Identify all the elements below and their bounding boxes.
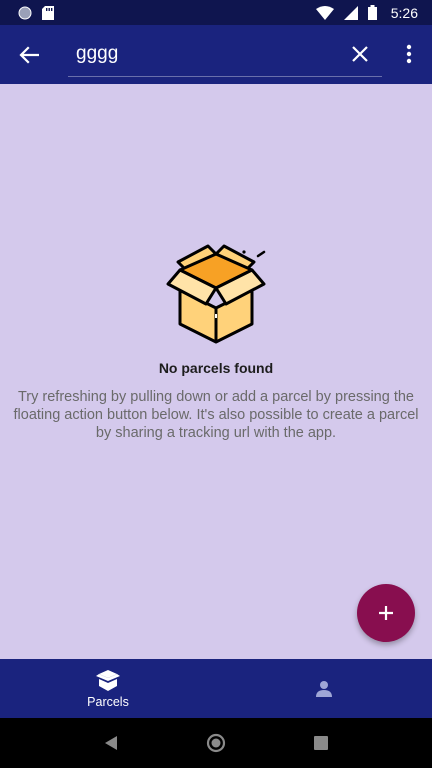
- nav-label-parcels: Parcels: [87, 695, 129, 709]
- status-left: [18, 5, 54, 20]
- app-bar: [0, 25, 432, 84]
- person-icon: [316, 680, 332, 697]
- empty-state: No parcels found Try refreshing by pulli…: [0, 240, 432, 442]
- back-triangle-icon[interactable]: [104, 735, 118, 751]
- more-vert-icon: [406, 44, 412, 64]
- more-options-button[interactable]: [397, 41, 421, 67]
- open-box-illustration: [166, 244, 266, 344]
- clear-search-button[interactable]: [347, 41, 373, 67]
- signal-icon: [343, 5, 358, 20]
- nav-item-profile[interactable]: [216, 659, 432, 718]
- recents-square-icon[interactable]: [314, 736, 328, 750]
- battery-icon: [367, 5, 377, 20]
- back-button[interactable]: [16, 42, 42, 68]
- parcel-box-icon: [96, 670, 120, 691]
- home-circle-icon[interactable]: [206, 733, 226, 753]
- bottom-nav: Parcels: [0, 659, 432, 718]
- add-parcel-button[interactable]: [357, 584, 415, 642]
- system-nav-bar: [0, 718, 432, 768]
- circle-icon: [18, 6, 32, 19]
- search-input[interactable]: [76, 39, 336, 69]
- empty-description: Try refreshing by pulling down or add a …: [13, 389, 419, 441]
- wifi-icon: [315, 5, 334, 20]
- back-arrow-icon: [19, 46, 39, 64]
- sd-card-icon: [42, 5, 54, 20]
- empty-title: No parcels found: [158, 360, 274, 376]
- close-icon: [352, 46, 368, 62]
- nav-item-parcels[interactable]: Parcels: [0, 659, 216, 718]
- search-field: [68, 31, 382, 77]
- plus-icon: [379, 606, 393, 620]
- status-time: 5:26: [390, 4, 418, 21]
- status-right: 5:26: [315, 4, 418, 21]
- status-bar: 5:26: [0, 0, 432, 25]
